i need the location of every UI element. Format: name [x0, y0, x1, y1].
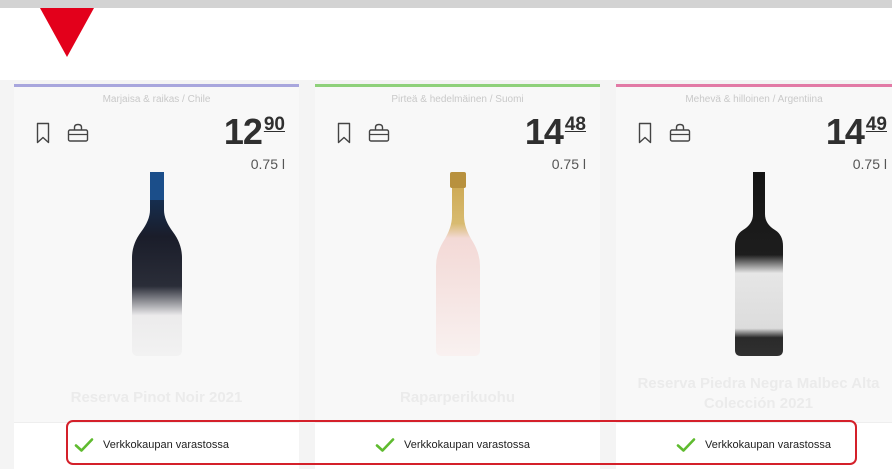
price-euros: 14: [524, 111, 564, 152]
price-cents: 90: [263, 114, 285, 135]
bookmark-icon[interactable]: [36, 122, 50, 144]
price: 14 49: [826, 114, 887, 150]
basket-icon[interactable]: [67, 122, 89, 144]
check-icon: [74, 438, 94, 452]
basket-icon[interactable]: [368, 122, 390, 144]
price-cents: 48: [564, 114, 586, 135]
bookmark-icon[interactable]: [638, 122, 652, 144]
product-name[interactable]: Raparperikuohu: [325, 388, 590, 408]
bookmark-icon[interactable]: [337, 122, 351, 144]
product-name[interactable]: Reserva Piedra Negra Malbec Alta Colecci…: [626, 374, 891, 414]
price-cents: 49: [865, 114, 887, 135]
taste-style-color-bar: [14, 84, 299, 87]
bottle-volume: 0.75 l: [852, 156, 887, 172]
check-icon: [676, 438, 696, 452]
stock-status-row: Verkkokaupan varastossa: [315, 422, 600, 469]
check-icon: [375, 438, 395, 452]
basket-icon[interactable]: [669, 122, 691, 144]
wine-bottle-image[interactable]: [728, 170, 790, 360]
product-card-piedra-negra-malbec[interactable]: Mehevä & hilloinen / Argentiina 14 49 0.…: [616, 84, 892, 469]
taste-style-color-bar: [315, 84, 600, 87]
wine-bottle-image[interactable]: [126, 170, 188, 360]
stock-status-label: Verkkokaupan varastossa: [705, 439, 831, 451]
taste-style-label: Marjaisa & raikas / Chile: [102, 94, 211, 105]
stock-status-row: Verkkokaupan varastossa: [14, 422, 299, 469]
bottle-volume: 0.75 l: [250, 156, 285, 172]
taste-style-label: Pirteä & hedelmäinen / Suomi: [391, 94, 524, 105]
product-name[interactable]: Reserva Pinot Noir 2021: [24, 388, 289, 408]
stock-status-label: Verkkokaupan varastossa: [404, 439, 530, 451]
stock-status-label: Verkkokaupan varastossa: [103, 439, 229, 451]
price: 12 90: [224, 114, 285, 150]
top-divider: [0, 0, 892, 8]
product-card-raparperikuohu[interactable]: Pirteä & hedelmäinen / Suomi 14 48 0.75 …: [315, 84, 600, 469]
price-euros: 12: [223, 111, 263, 152]
taste-style-label: Mehevä & hilloinen / Argentiina: [685, 94, 823, 105]
taste-style-color-bar: [616, 84, 892, 87]
product-card-pinot-noir[interactable]: Marjaisa & raikas / Chile 12 90 0.75 l R…: [14, 84, 299, 469]
sparkling-bottle-image[interactable]: [427, 170, 489, 360]
bottle-volume: 0.75 l: [551, 156, 586, 172]
stock-status-row: Verkkokaupan varastossa: [616, 422, 892, 469]
product-listing-page: Marjaisa & raikas / Chile 12 90 0.75 l R…: [0, 0, 892, 469]
price-euros: 14: [825, 111, 865, 152]
price: 14 48: [525, 114, 586, 150]
red-triangle-marker: [40, 8, 94, 57]
